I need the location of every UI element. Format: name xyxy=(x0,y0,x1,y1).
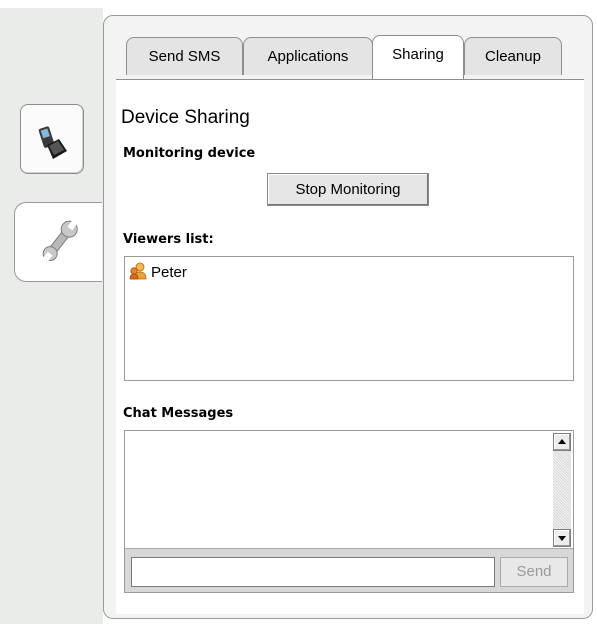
sidebar-item-device[interactable] xyxy=(20,104,84,174)
scroll-up-button[interactable] xyxy=(553,433,571,451)
chat-scrollbar[interactable] xyxy=(553,433,571,547)
scroll-down-button[interactable] xyxy=(553,529,571,547)
mobile-phone-icon xyxy=(33,117,73,165)
chat-messages-box[interactable]: Send xyxy=(124,430,574,593)
user-icon xyxy=(129,262,147,284)
tab-applications[interactable]: Applications xyxy=(243,37,373,75)
chat-message-input[interactable] xyxy=(131,557,495,587)
stop-monitoring-button[interactable]: Stop Monitoring xyxy=(267,173,429,206)
tab-sharing[interactable]: Sharing xyxy=(372,35,464,79)
viewers-list[interactable]: Peter xyxy=(124,256,574,381)
chat-messages-label: Chat Messages xyxy=(123,406,234,421)
chat-input-bar: Send xyxy=(125,548,573,592)
arrow-down-icon xyxy=(558,536,566,541)
page-title: Device Sharing xyxy=(121,107,250,128)
sidebar-item-tools[interactable] xyxy=(14,202,102,282)
monitoring-label: Monitoring device xyxy=(123,146,256,161)
wrench-icon xyxy=(37,219,83,267)
send-button[interactable]: Send xyxy=(500,557,568,587)
viewer-name: Peter xyxy=(151,263,187,281)
sharing-panel: Send SMS Applications Sharing Cleanup De… xyxy=(103,15,593,619)
sidebar-background xyxy=(0,8,103,624)
viewers-list-label: Viewers list: xyxy=(123,232,214,247)
list-item[interactable]: Peter xyxy=(129,262,187,284)
tab-send-sms[interactable]: Send SMS xyxy=(126,37,243,75)
arrow-up-icon xyxy=(558,439,566,444)
tab-cleanup[interactable]: Cleanup xyxy=(464,37,562,75)
